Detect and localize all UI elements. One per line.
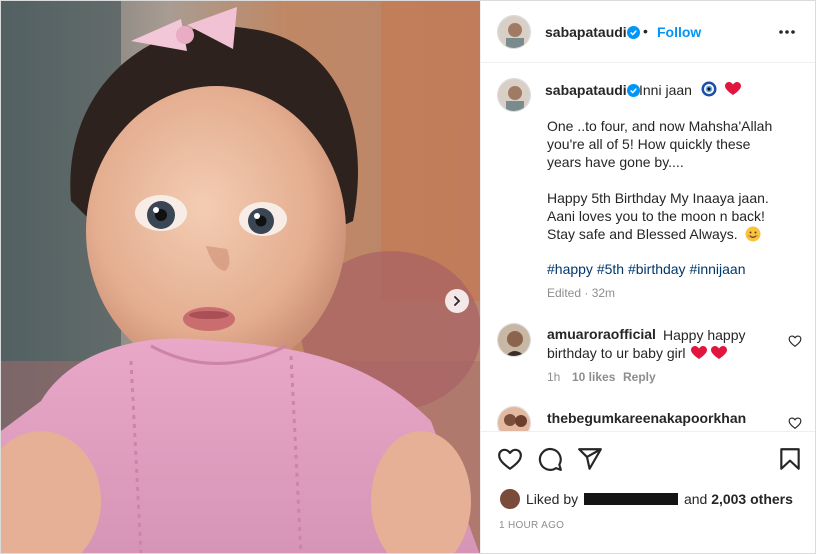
caption-line: Happy 5th Birthday My Inaaya jaan. — [547, 190, 769, 206]
edited-timestamp: Edited · 32m — [547, 286, 616, 300]
header-separator: • — [643, 23, 648, 39]
post-actions: Liked by and 2,003 others 1 HOUR AGO — [481, 431, 815, 553]
red-heart-icon — [711, 346, 728, 359]
author-username[interactable]: sabapataudi — [545, 24, 627, 40]
next-photo-button[interactable] — [445, 289, 469, 313]
liker-avatar[interactable] — [499, 488, 521, 510]
hashtag-link[interactable]: #5th — [597, 261, 624, 277]
hashtag-link[interactable]: #happy — [547, 261, 593, 277]
caption-author-avatar[interactable] — [497, 78, 531, 112]
post-side-panel: sabapataudi • Follow sabapataudi Inni ja… — [480, 1, 815, 553]
nazar-amulet-icon — [701, 81, 717, 97]
caption-line: Aani loves you to the moon n back! — [547, 208, 765, 224]
comment-username[interactable]: amuaroraofficial — [547, 326, 656, 342]
red-heart-icon — [691, 346, 708, 359]
verified-badge-icon — [627, 26, 640, 39]
hashtags: #happy #5th #birthday #innijaan — [547, 261, 746, 277]
redacted-username — [584, 493, 679, 505]
caption-username[interactable]: sabapataudi — [545, 82, 627, 98]
caption-line: you're all of 5! How quickly these — [547, 136, 751, 152]
comment-icon[interactable] — [537, 446, 563, 472]
smiling-face-icon — [745, 226, 761, 242]
caption-first-line: Inni jaan — [639, 82, 692, 98]
bookmark-icon[interactable] — [777, 446, 803, 472]
caption-line: years have gone by.... — [547, 154, 684, 170]
caption-line: One ..to four, and now Mahsha'Allah — [547, 118, 773, 134]
caption-line: Stay safe and Blessed Always. — [547, 225, 797, 243]
heart-icon[interactable] — [497, 446, 523, 472]
hashtag-link[interactable]: #innijaan — [689, 261, 745, 277]
instagram-post-modal: sabapataudi • Follow sabapataudi Inni ja… — [0, 0, 816, 554]
caption-text: One ..to four, and now Mahsha'Allah you'… — [547, 117, 797, 243]
likes-others-link[interactable]: 2,003 others — [711, 491, 793, 507]
post-header: sabapataudi • Follow — [481, 1, 815, 63]
follow-button[interactable]: Follow — [657, 24, 701, 40]
baby-photo-illustration — [1, 1, 480, 553]
share-icon[interactable] — [577, 446, 603, 472]
comment-like-icon[interactable] — [788, 416, 802, 430]
hashtag-link[interactable]: #birthday — [628, 261, 686, 277]
comment-reply-button[interactable]: Reply — [623, 370, 656, 384]
comment-text: birthday to ur baby girl — [547, 344, 728, 362]
post-timestamp: 1 HOUR AGO — [499, 520, 565, 531]
likes-summary: Liked by and 2,003 others — [526, 491, 793, 507]
chevron-right-icon — [454, 296, 461, 306]
comment-text: Happy happy — [663, 327, 746, 343]
comment-time: 1h — [547, 370, 561, 384]
comment-likes[interactable]: 10 likes — [572, 370, 615, 384]
comment-username[interactable]: thebegumkareenakapoorkhan — [547, 410, 746, 426]
more-horizontal-icon[interactable] — [777, 24, 797, 40]
red-heart-icon — [725, 82, 741, 95]
author-avatar[interactable] — [497, 15, 531, 49]
comment-like-icon[interactable] — [788, 334, 802, 348]
post-photo[interactable] — [1, 1, 480, 553]
commenter-avatar[interactable] — [497, 323, 531, 357]
